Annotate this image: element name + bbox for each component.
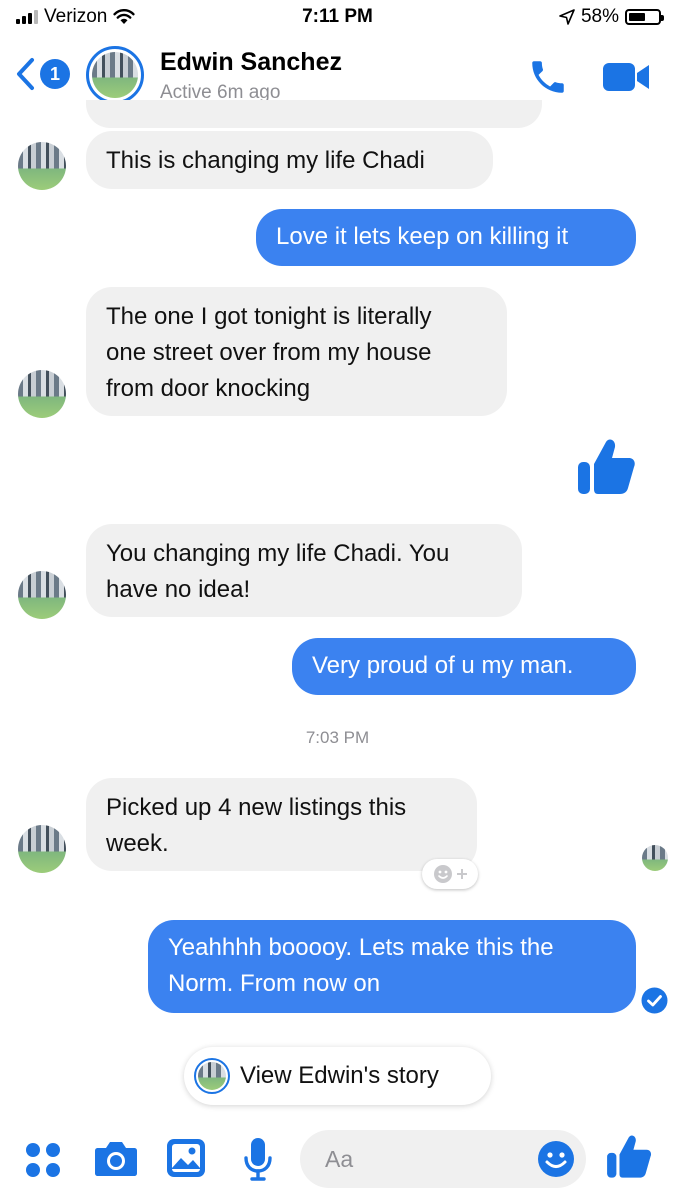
- phone-call-icon[interactable]: [527, 56, 569, 98]
- sender-avatar: [18, 370, 66, 418]
- sender-avatar: [18, 571, 66, 619]
- message-line: You changing my life Chadi. You: [106, 540, 450, 567]
- emoji-icon[interactable]: [537, 1140, 575, 1178]
- contact-avatar[interactable]: [86, 46, 144, 104]
- more-apps-icon[interactable]: [24, 1141, 62, 1179]
- battery-percent: 58%: [580, 6, 619, 27]
- message-line: Yeahhhh booooy. Lets make this the: [168, 934, 554, 961]
- thumbs-up-icon[interactable]: [574, 436, 636, 496]
- message-text: Very proud of u my man.: [312, 652, 574, 679]
- message-line: Norm. From now on: [168, 970, 381, 997]
- contact-name[interactable]: Edwin Sanchez: [160, 48, 342, 77]
- sender-avatar: [18, 825, 66, 873]
- outgoing-message[interactable]: Yeahhhh booooy. Lets make this the Norm.…: [148, 920, 636, 1013]
- add-reaction-button[interactable]: [422, 859, 478, 889]
- back-button[interactable]: 1: [12, 54, 70, 94]
- incoming-message[interactable]: This is changing my life Chadi: [86, 131, 493, 189]
- message-line: Picked up 4 new listings this: [106, 794, 407, 821]
- message-input-placeholder: Aa: [325, 1146, 354, 1172]
- battery-info: 58%: [559, 6, 664, 28]
- camera-icon[interactable]: [94, 1138, 138, 1178]
- composer-bar: Aa: [0, 1118, 675, 1200]
- message-line: one street over from my house: [106, 339, 432, 366]
- outgoing-message[interactable]: Love it lets keep on killing it: [256, 209, 636, 266]
- message-line: from door knocking: [106, 375, 311, 402]
- message-line: The one I got tonight is literally: [106, 303, 432, 330]
- incoming-message[interactable]: The one I got tonight is literally one s…: [86, 287, 507, 416]
- sender-avatar: [18, 142, 66, 190]
- incoming-message[interactable]: You changing my life Chadi. You have no …: [86, 524, 522, 617]
- outgoing-message[interactable]: Very proud of u my man.: [292, 638, 636, 695]
- photo-gallery-icon[interactable]: [166, 1138, 206, 1178]
- message-text: This is changing my life Chadi: [106, 147, 425, 174]
- plus-icon: [456, 869, 467, 879]
- delivered-check-icon: [641, 987, 668, 1014]
- message-input[interactable]: Aa: [300, 1130, 586, 1188]
- smiley-icon: [433, 865, 452, 883]
- view-story-button[interactable]: View Edwin's story: [184, 1047, 491, 1105]
- conversation-timestamp: 7:03 PM: [305, 728, 370, 747]
- location-arrow-icon: [559, 9, 575, 25]
- previous-message-bubble: [86, 100, 542, 128]
- message-line: week.: [106, 830, 169, 857]
- chevron-left-icon: [17, 58, 34, 90]
- microphone-icon[interactable]: [242, 1136, 274, 1182]
- message-line: have no idea!: [106, 576, 251, 603]
- video-call-icon[interactable]: [601, 60, 651, 94]
- view-story-label: View Edwin's story: [240, 1062, 439, 1089]
- unread-badge: 1: [40, 59, 70, 89]
- send-like-icon[interactable]: [604, 1132, 652, 1180]
- message-text: Love it lets keep on killing it: [276, 223, 569, 250]
- incoming-message[interactable]: Picked up 4 new listings this week.: [86, 778, 477, 871]
- story-avatar: [194, 1058, 230, 1094]
- battery-icon: [625, 9, 664, 25]
- read-receipt-avatar: [642, 845, 668, 871]
- status-bar: Verizon 7:11 PM 58%: [0, 0, 675, 36]
